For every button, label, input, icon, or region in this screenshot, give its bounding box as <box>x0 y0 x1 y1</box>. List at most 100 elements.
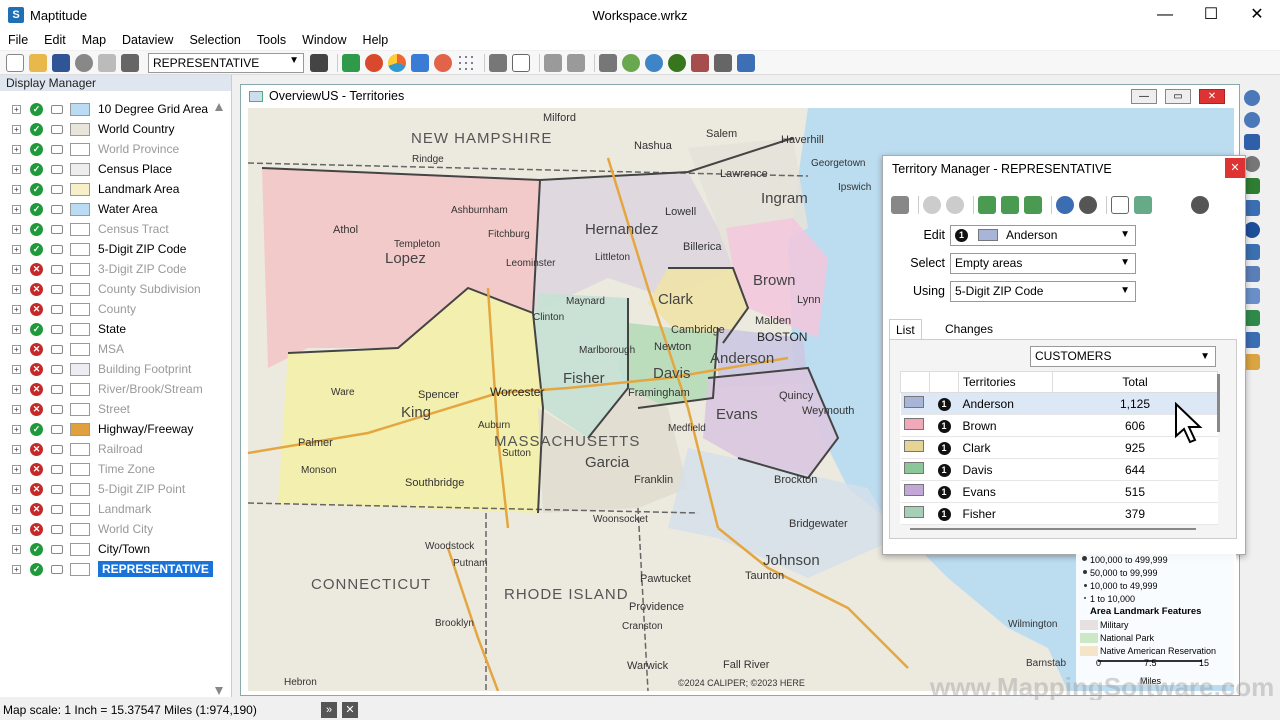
layer-list-scrollbar[interactable] <box>213 99 225 699</box>
territory-icon[interactable] <box>737 53 755 72</box>
expand-icon[interactable]: + <box>12 424 21 434</box>
menu-window[interactable]: Window <box>294 33 354 47</box>
layer-row[interactable]: + ✓ Water Area <box>10 199 220 219</box>
hidden-x-icon[interactable]: ✕ <box>30 282 43 296</box>
menu-tools[interactable]: Tools <box>249 33 294 47</box>
layer-row[interactable]: + ✕ Building Footprint <box>10 359 220 379</box>
visible-check-icon[interactable]: ✓ <box>30 182 43 196</box>
expand-icon[interactable]: + <box>12 244 21 254</box>
scroll-up-arrow-icon[interactable] <box>215 103 223 111</box>
binoculars-icon[interactable] <box>310 53 328 72</box>
globe-search-icon[interactable] <box>668 53 686 72</box>
label-toggle-icon[interactable] <box>51 204 63 214</box>
expand-icon[interactable]: + <box>12 284 21 294</box>
pin-icon[interactable] <box>599 53 617 72</box>
territories-column-header[interactable]: Territories <box>958 371 1053 393</box>
hidden-x-icon[interactable]: ✕ <box>30 402 43 416</box>
hidden-x-icon[interactable]: ✕ <box>30 502 43 516</box>
cancel-edit-icon[interactable] <box>923 196 941 214</box>
map-close-icon[interactable]: ✕ <box>1199 89 1225 104</box>
layer-row[interactable]: + ✕ Street <box>10 399 220 419</box>
table-row[interactable]: 1 Fisher 379 <box>900 502 1218 525</box>
layer-style-swatch[interactable] <box>70 522 90 536</box>
layer-style-swatch[interactable] <box>70 402 90 416</box>
label-toggle-icon[interactable] <box>51 464 63 474</box>
layer-row[interactable]: + ✕ 3-Digit ZIP Code <box>10 259 220 279</box>
layer-select-icon[interactable] <box>1244 266 1260 282</box>
expand-icon[interactable]: + <box>12 384 21 394</box>
radius-icon[interactable] <box>365 53 383 72</box>
layer-style-swatch[interactable] <box>70 182 90 196</box>
print-icon[interactable] <box>121 53 139 72</box>
layer-style-swatch[interactable] <box>70 382 90 396</box>
layer-name[interactable]: Landmark Area <box>98 182 179 196</box>
assign-settings-icon[interactable] <box>1001 196 1019 214</box>
label-toggle-icon[interactable] <box>51 184 63 194</box>
layer-row[interactable]: + ✕ World City <box>10 519 220 539</box>
map-restore-icon[interactable]: ▭ <box>1165 89 1191 104</box>
layer-row[interactable]: + ✓ World Country <box>10 119 220 139</box>
layer-row[interactable]: + ✓ State <box>10 319 220 339</box>
layer-style-swatch[interactable] <box>70 482 90 496</box>
undo-icon[interactable] <box>544 53 562 72</box>
layer-row[interactable]: + ✕ River/Brook/Stream <box>10 379 220 399</box>
expand-icon[interactable]: + <box>12 484 21 494</box>
menu-help[interactable]: Help <box>355 33 397 47</box>
layer-style-swatch[interactable] <box>70 102 90 116</box>
settings-gear-icon[interactable] <box>75 53 93 72</box>
table-vertical-scrollbar[interactable] <box>1216 374 1222 434</box>
expand-icon[interactable]: + <box>12 564 21 574</box>
tab-changes[interactable]: Changes <box>939 319 999 339</box>
zoom-territory-icon[interactable] <box>1056 196 1074 214</box>
back-arrow-icon[interactable] <box>1244 200 1260 216</box>
expand-icon[interactable]: + <box>12 124 21 134</box>
layer-name[interactable]: World Province <box>98 142 179 156</box>
layer-style-swatch[interactable] <box>70 202 90 216</box>
visible-check-icon[interactable]: ✓ <box>30 202 43 216</box>
route-icon[interactable] <box>691 53 709 72</box>
total-column-header[interactable]: Total <box>1052 371 1218 393</box>
layer-name[interactable]: Street <box>98 402 130 416</box>
label-toggle-icon[interactable] <box>51 404 63 414</box>
layer-name[interactable]: River/Brook/Stream <box>98 382 203 396</box>
hidden-x-icon[interactable]: ✕ <box>30 262 43 276</box>
label-toggle-icon[interactable] <box>51 504 63 514</box>
new-file-icon[interactable] <box>6 53 24 72</box>
label-toggle-icon[interactable] <box>51 224 63 234</box>
layer-style-swatch[interactable] <box>70 502 90 516</box>
open-folder-icon[interactable] <box>29 53 47 72</box>
layer-style-swatch[interactable] <box>70 342 90 356</box>
measure-icon[interactable] <box>1244 332 1260 348</box>
expand-icon[interactable]: + <box>12 404 21 414</box>
layer-row[interactable]: + ✕ 5-Digit ZIP Point <box>10 479 220 499</box>
expand-icon[interactable]: + <box>12 364 21 374</box>
layer-dropdown[interactable]: REPRESENTATIVE ▼ <box>148 52 304 73</box>
label-toggle-icon[interactable] <box>51 144 63 154</box>
hidden-x-icon[interactable]: ✕ <box>30 302 43 316</box>
settings-gear-icon[interactable] <box>1191 196 1209 214</box>
label-toggle-icon[interactable] <box>51 384 63 394</box>
layer-style-swatch[interactable] <box>70 282 90 296</box>
visible-check-icon[interactable]: ✓ <box>30 222 43 236</box>
assign-territory-icon[interactable] <box>978 196 996 214</box>
expand-icon[interactable]: + <box>12 504 21 514</box>
layer-name[interactable]: World City <box>98 522 153 536</box>
layer-name[interactable]: Time Zone <box>98 462 155 476</box>
layer-style-swatch[interactable] <box>70 442 90 456</box>
layer-name[interactable]: 5-Digit ZIP Point <box>98 482 185 496</box>
layer-row[interactable]: + ✓ Census Place <box>10 159 220 179</box>
table-row[interactable]: 1 Anderson 1,125 <box>900 392 1218 415</box>
visible-check-icon[interactable]: ✓ <box>30 542 43 556</box>
menu-map[interactable]: Map <box>74 33 114 47</box>
zoom-all-icon[interactable] <box>1079 196 1097 214</box>
edit-territory-dropdown[interactable]: 1 Anderson ▼ <box>950 224 1136 246</box>
layer-row[interactable]: + ✓ World Province <box>10 139 220 159</box>
table-row[interactable]: 1 Evans 515 <box>900 480 1218 503</box>
layer-row[interactable]: + ✕ MSA <box>10 339 220 359</box>
layers-icon[interactable] <box>98 53 116 72</box>
target-icon[interactable] <box>645 53 663 72</box>
confirm-edit-icon[interactable] <box>946 196 964 214</box>
map-minimize-icon[interactable]: — <box>1131 89 1157 104</box>
new-territory-icon[interactable] <box>891 196 909 214</box>
layer-row[interactable]: + ✓ Landmark Area <box>10 179 220 199</box>
